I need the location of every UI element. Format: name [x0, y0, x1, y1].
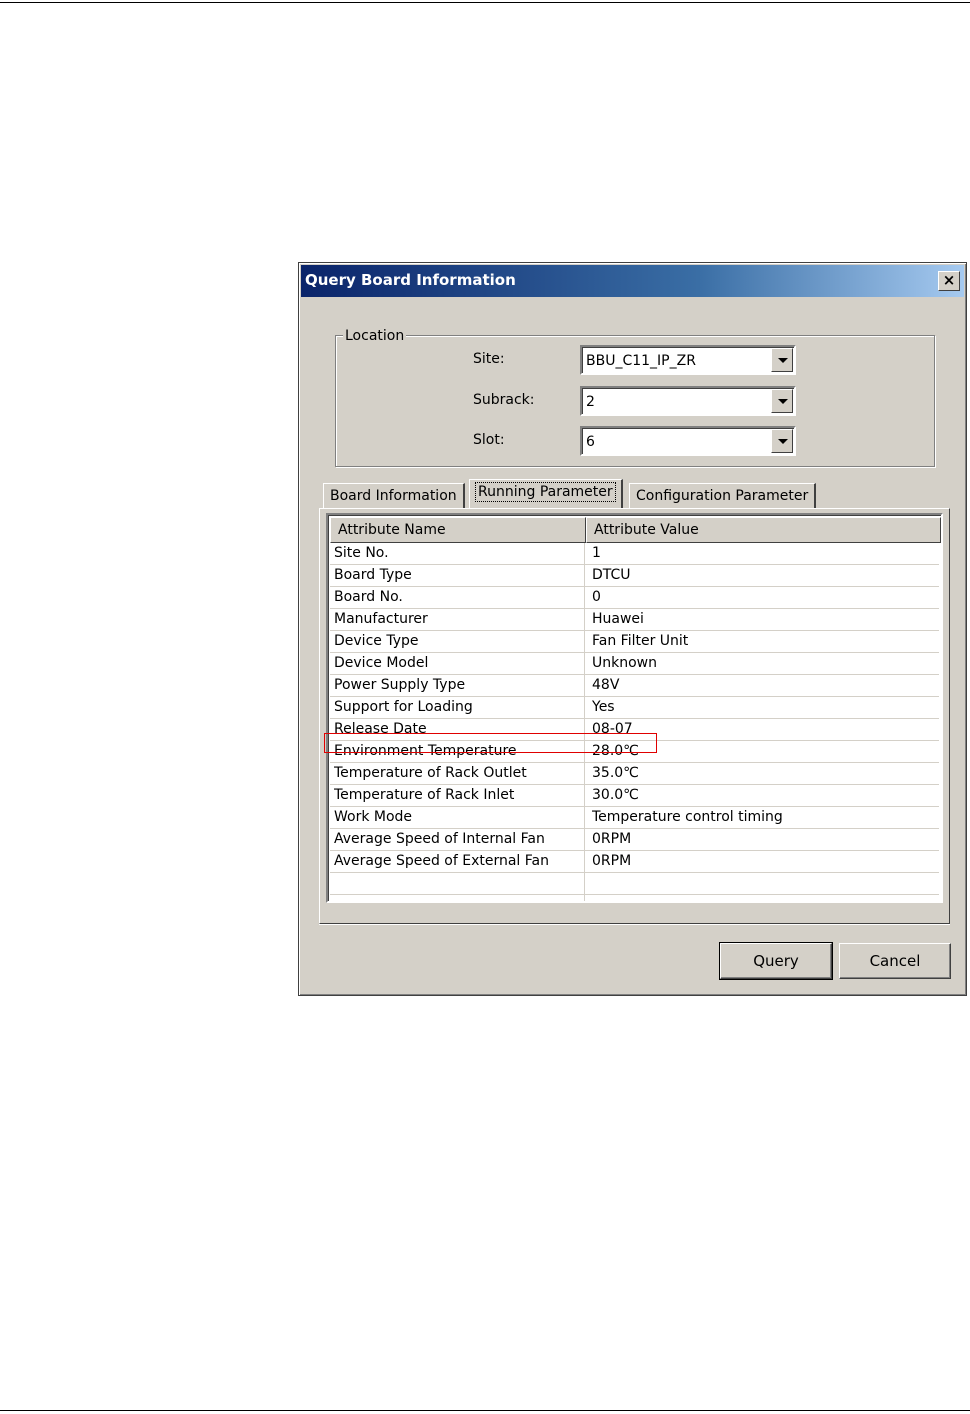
table-row[interactable]: Average Speed of Internal Fan 0RPM [330, 829, 939, 851]
dialog-title: Query Board Information [305, 271, 516, 289]
table-row[interactable]: Temperature of Rack Outlet 35.0℃ [330, 763, 939, 785]
attribute-name-cell: Temperature of Rack Outlet [334, 765, 527, 781]
grid-body: Site No. 1 Board Type DTCU Board No. 0 Manufac… [330, 543, 939, 917]
table-row[interactable]: Site No. 1 [330, 543, 939, 565]
attribute-value-cell: Temperature control timing [592, 809, 783, 825]
page-bottom-rule [0, 1410, 970, 1411]
attribute-value-cell: 0 [592, 589, 601, 605]
slot-label: Slot: [473, 432, 505, 448]
attribute-value-cell: 48V [592, 677, 620, 693]
subrack-dropdown-arrow-icon[interactable] [771, 389, 793, 413]
attribute-name-cell: Work Mode [334, 809, 413, 825]
tab-configuration-parameter-label: Configuration Parameter [636, 488, 809, 504]
attribute-name-cell: Average Speed of External Fan [334, 853, 549, 869]
slot-value: 6 [586, 434, 595, 450]
attribute-name-cell: Device Model [334, 655, 429, 671]
slot-combobox[interactable]: 6 [580, 426, 796, 456]
attribute-value-cell: 1 [592, 545, 601, 561]
query-button[interactable]: Query [719, 942, 833, 980]
table-row[interactable]: Temperature of Rack Inlet 30.0℃ [330, 785, 939, 807]
attribute-value-cell: 30.0℃ [592, 787, 639, 803]
table-row[interactable]: Work Mode Temperature control timing [330, 807, 939, 829]
subrack-label: Subrack: [473, 392, 535, 408]
attribute-name-cell: Release Date [334, 721, 427, 737]
attribute-name-cell: Device Type [334, 633, 419, 649]
query-board-information-dialog: Query Board Information × Location Site:… [298, 262, 967, 996]
attribute-value-cell: 35.0℃ [592, 765, 639, 781]
attribute-value-cell: 0RPM [592, 853, 632, 869]
site-combobox[interactable]: BBU_C11_IP_ZR [580, 345, 796, 375]
table-row[interactable]: Device Model Unknown [330, 653, 939, 675]
site-label: Site: [473, 351, 505, 367]
attribute-value-cell: 08-07 [592, 721, 633, 737]
table-row[interactable] [330, 895, 939, 917]
site-dropdown-arrow-icon[interactable] [771, 348, 793, 372]
attribute-name-cell: Average Speed of Internal Fan [334, 831, 545, 847]
column-header-attribute-value[interactable]: Attribute Value [586, 517, 941, 543]
table-row[interactable] [330, 873, 939, 895]
column-header-attribute-name[interactable]: Attribute Name [330, 517, 586, 543]
site-value: BBU_C11_IP_ZR [586, 353, 696, 369]
page-top-rule [0, 2, 970, 3]
table-row[interactable]: Release Date 08-07 [330, 719, 939, 741]
tab-configuration-parameter[interactable]: Configuration Parameter [629, 483, 817, 509]
table-row[interactable]: Board No. 0 [330, 587, 939, 609]
attribute-value-cell: Yes [592, 699, 615, 715]
table-row[interactable]: Manufacturer Huawei [330, 609, 939, 631]
attribute-name-cell: Manufacturer [334, 611, 428, 627]
table-row[interactable]: Power Supply Type 48V [330, 675, 939, 697]
location-legend: Location [343, 328, 407, 344]
attribute-value-cell: Fan Filter Unit [592, 633, 689, 649]
table-row[interactable]: Average Speed of External Fan 0RPM [330, 851, 939, 873]
table-row[interactable]: Device Type Fan Filter Unit [330, 631, 939, 653]
attribute-value-cell: Huawei [592, 611, 644, 627]
table-row[interactable]: Support for Loading Yes [330, 697, 939, 719]
slot-dropdown-arrow-icon[interactable] [771, 429, 793, 453]
attribute-value-cell: 0RPM [592, 831, 632, 847]
attribute-value-cell [592, 895, 932, 916]
attribute-name-cell [334, 895, 584, 916]
attribute-name-cell: Power Supply Type [334, 677, 466, 693]
close-button[interactable]: × [938, 271, 960, 291]
close-icon: × [942, 271, 956, 289]
subrack-value: 2 [586, 394, 595, 410]
tab-running-parameter[interactable]: Running Parameter [469, 479, 623, 509]
attribute-name-cell: Environment Temperature [334, 743, 517, 759]
attribute-value-cell: 28.0℃ [592, 743, 639, 759]
tab-running-parameter-label: Running Parameter [475, 482, 616, 502]
attribute-grid[interactable]: Attribute Name Attribute Value Site No. 1… [326, 513, 943, 917]
attribute-value-cell: Unknown [592, 655, 657, 671]
attribute-name-cell: Temperature of Rack Inlet [334, 787, 515, 803]
attribute-value-cell: DTCU [592, 567, 631, 583]
attribute-value-cell [592, 873, 932, 894]
attribute-name-cell: Board Type [334, 567, 412, 583]
attribute-name-cell: Board No. [334, 589, 403, 605]
panel-bottom-edge [319, 924, 950, 925]
tab-board-information-label: Board Information [330, 488, 457, 504]
table-row[interactable]: Environment Temperature 28.0℃ [330, 741, 939, 763]
table-row[interactable]: Board Type DTCU [330, 565, 939, 587]
attribute-name-cell: Support for Loading [334, 699, 473, 715]
title-bar[interactable]: Query Board Information × [301, 265, 964, 297]
attribute-name-cell [334, 873, 584, 894]
tab-board-information[interactable]: Board Information [323, 483, 465, 509]
cancel-button[interactable]: Cancel [839, 943, 951, 979]
subrack-combobox[interactable]: 2 [580, 386, 796, 416]
grid-header: Attribute Name Attribute Value [330, 517, 941, 543]
attribute-name-cell: Site No. [334, 545, 389, 561]
